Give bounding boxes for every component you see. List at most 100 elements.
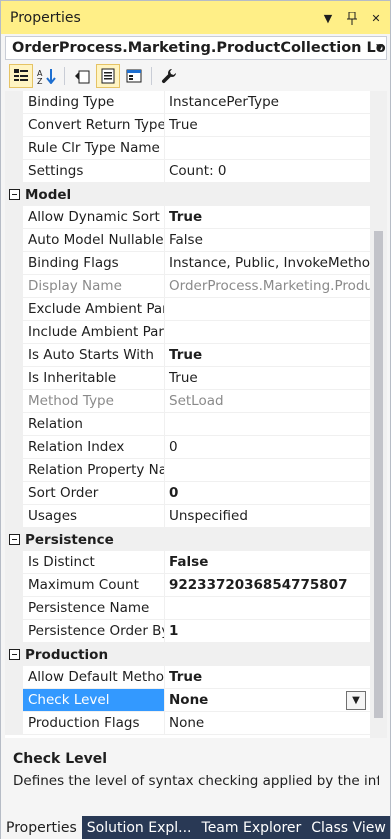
property-row[interactable]: Display NameOrderProcess.Marketing.Produ…: [5, 275, 370, 298]
property-row[interactable]: Maximum Count 9223372036854775807: [5, 574, 370, 597]
property-value[interactable]: 0: [165, 482, 370, 505]
property-value[interactable]: SetLoad: [165, 390, 370, 413]
property-row[interactable]: Allow Default Metho True: [5, 666, 370, 689]
property-name[interactable]: Convert Return Type: [23, 114, 165, 137]
property-value[interactable]: 0: [165, 436, 370, 459]
property-row[interactable]: Persistence Name: [5, 597, 370, 620]
property-row[interactable]: Method Type SetLoad: [5, 390, 370, 413]
categorized-button[interactable]: [9, 64, 33, 88]
property-name[interactable]: Include Ambient Par: [23, 321, 165, 344]
property-row[interactable]: Production Flags None: [5, 712, 370, 735]
property-row[interactable]: Binding Flags Instance, Public, InvokeMet…: [5, 252, 370, 275]
property-row[interactable]: Sort Order 0: [5, 482, 370, 505]
chevron-down-icon[interactable]: ▼: [376, 43, 383, 53]
property-value[interactable]: True: [165, 344, 370, 367]
property-row[interactable]: Relation Property Na: [5, 459, 370, 482]
property-view-button[interactable]: [122, 64, 146, 88]
collapse-icon[interactable]: [5, 183, 23, 206]
property-name[interactable]: Settings: [23, 160, 165, 183]
category-persistence[interactable]: Persistence: [5, 528, 370, 551]
property-value[interactable]: OrderProcess.Marketing.ProductCollection: [165, 275, 370, 298]
property-row[interactable]: Relation: [5, 413, 370, 436]
window-menu-dropdown-icon[interactable]: ▼: [318, 9, 338, 27]
property-name[interactable]: Binding Flags: [23, 252, 165, 275]
property-name[interactable]: Is Distinct: [23, 551, 165, 574]
property-name[interactable]: Method Type: [23, 390, 165, 413]
close-icon[interactable]: ✕: [366, 9, 386, 27]
vertical-scrollbar[interactable]: [370, 91, 387, 738]
property-value[interactable]: [165, 413, 370, 436]
property-pages-button[interactable]: [70, 64, 94, 88]
property-name[interactable]: Is Auto Starts With: [23, 344, 165, 367]
property-value[interactable]: Instance, Public, InvokeMethod: [165, 252, 370, 275]
collapse-icon[interactable]: [5, 643, 23, 666]
property-value[interactable]: None: [165, 712, 370, 735]
property-name[interactable]: Relation Property Na: [23, 459, 165, 482]
property-row[interactable]: Auto Model Nullable False: [5, 229, 370, 252]
property-row[interactable]: Is Distinct False: [5, 551, 370, 574]
property-row[interactable]: Allow Dynamic Sort True: [5, 206, 370, 229]
property-value[interactable]: [165, 137, 370, 160]
property-row[interactable]: Is Auto Starts With True: [5, 344, 370, 367]
property-row[interactable]: Include Ambient Par: [5, 321, 370, 344]
property-name[interactable]: Rule Clr Type Name: [23, 137, 165, 160]
property-row[interactable]: Check Level None ▼: [5, 689, 370, 712]
settings-button[interactable]: [157, 64, 181, 88]
property-name[interactable]: Maximum Count: [23, 574, 165, 597]
pin-icon[interactable]: [342, 9, 362, 27]
property-value[interactable]: True: [165, 666, 370, 689]
property-name[interactable]: Is Inheritable: [23, 367, 165, 390]
property-name[interactable]: Usages: [23, 505, 165, 528]
object-selector[interactable]: OrderProcess.Marketing.ProductCollection…: [5, 36, 387, 60]
property-name[interactable]: Production Flags: [23, 712, 165, 735]
property-value[interactable]: False: [165, 551, 370, 574]
property-value[interactable]: None: [165, 689, 370, 712]
property-name[interactable]: Check Level: [23, 689, 165, 712]
property-value[interactable]: [165, 298, 370, 321]
property-value[interactable]: [165, 321, 370, 344]
property-value[interactable]: True: [165, 367, 370, 390]
property-name[interactable]: Binding Type: [23, 91, 165, 114]
property-name[interactable]: Exclude Ambient Par: [23, 298, 165, 321]
value-dropdown-button[interactable]: ▼: [346, 691, 366, 710]
property-name[interactable]: Allow Dynamic Sort: [23, 206, 165, 229]
property-value[interactable]: True: [165, 114, 370, 137]
property-name[interactable]: Display Name: [23, 275, 165, 298]
property-row[interactable]: Binding Type InstancePerType: [5, 91, 370, 114]
events-button[interactable]: [96, 64, 120, 88]
property-name[interactable]: Relation: [23, 413, 165, 436]
property-name[interactable]: Persistence Order By: [23, 620, 165, 643]
property-name[interactable]: Persistence Name: [23, 597, 165, 620]
property-value[interactable]: Count: 0: [165, 160, 370, 183]
alphabetical-button[interactable]: AZ: [35, 64, 59, 88]
property-row[interactable]: Settings Count: 0: [5, 160, 370, 183]
property-row[interactable]: Convert Return Type True: [5, 114, 370, 137]
property-row[interactable]: Relation Index 0: [5, 436, 370, 459]
property-value[interactable]: True: [165, 206, 370, 229]
property-value[interactable]: 9223372036854775807: [165, 574, 370, 597]
property-name[interactable]: Allow Default Metho: [23, 666, 165, 689]
tab-team-explorer[interactable]: Team Explorer: [197, 816, 307, 839]
property-name[interactable]: Relation Index: [23, 436, 165, 459]
property-row[interactable]: Is Inheritable True: [5, 367, 370, 390]
property-row[interactable]: Usages Unspecified: [5, 505, 370, 528]
property-value[interactable]: False: [165, 229, 370, 252]
category-model[interactable]: Model: [5, 183, 370, 206]
property-row[interactable]: Persistence Order By 1: [5, 620, 370, 643]
tab-solution-expl[interactable]: Solution Expl...: [82, 816, 197, 839]
property-row[interactable]: Rule Clr Type Name: [5, 137, 370, 160]
property-value[interactable]: [165, 597, 370, 620]
property-name[interactable]: Sort Order: [23, 482, 165, 505]
row-gutter: [5, 413, 23, 436]
tab-class-view[interactable]: Class View: [306, 816, 391, 839]
category-production[interactable]: Production: [5, 643, 370, 666]
property-name[interactable]: Auto Model Nullable: [23, 229, 165, 252]
collapse-icon[interactable]: [5, 528, 23, 551]
property-value[interactable]: 1: [165, 620, 370, 643]
property-value[interactable]: Unspecified: [165, 505, 370, 528]
scrollbar-thumb[interactable]: [374, 231, 383, 718]
property-row[interactable]: Exclude Ambient Par: [5, 298, 370, 321]
property-value[interactable]: [165, 459, 370, 482]
property-value[interactable]: InstancePerType: [165, 91, 370, 114]
tab-properties[interactable]: Properties: [1, 816, 82, 839]
